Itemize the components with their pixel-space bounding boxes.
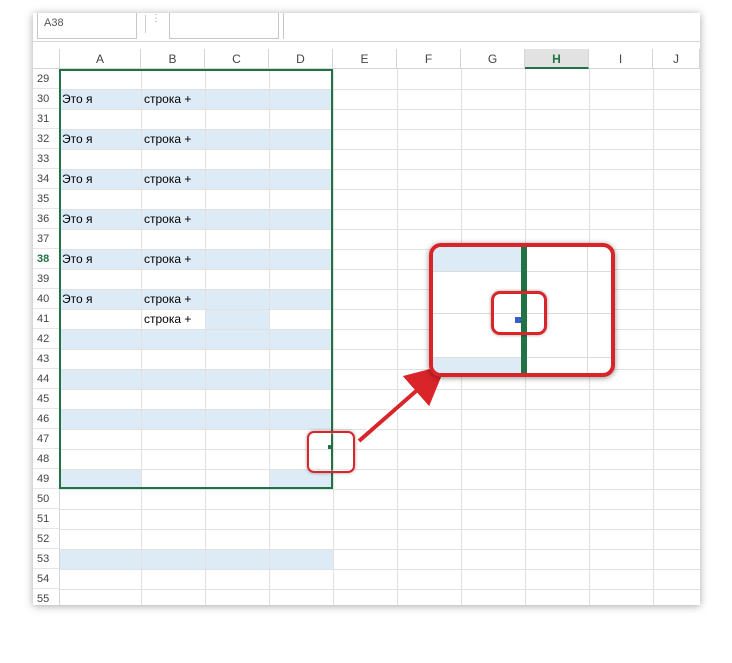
zoom-handle-callout [491,291,547,335]
zoom-fill-bottom [433,357,521,373]
zoom-grid-line [587,247,588,373]
zoom-fill-handle-icon [515,317,521,323]
zoom-callout [429,243,615,377]
zoom-fill-top [433,247,521,271]
excel-screenshot: A38 ⋮ A B C D E F G H I J 29 30 31 32 33… [33,13,700,605]
